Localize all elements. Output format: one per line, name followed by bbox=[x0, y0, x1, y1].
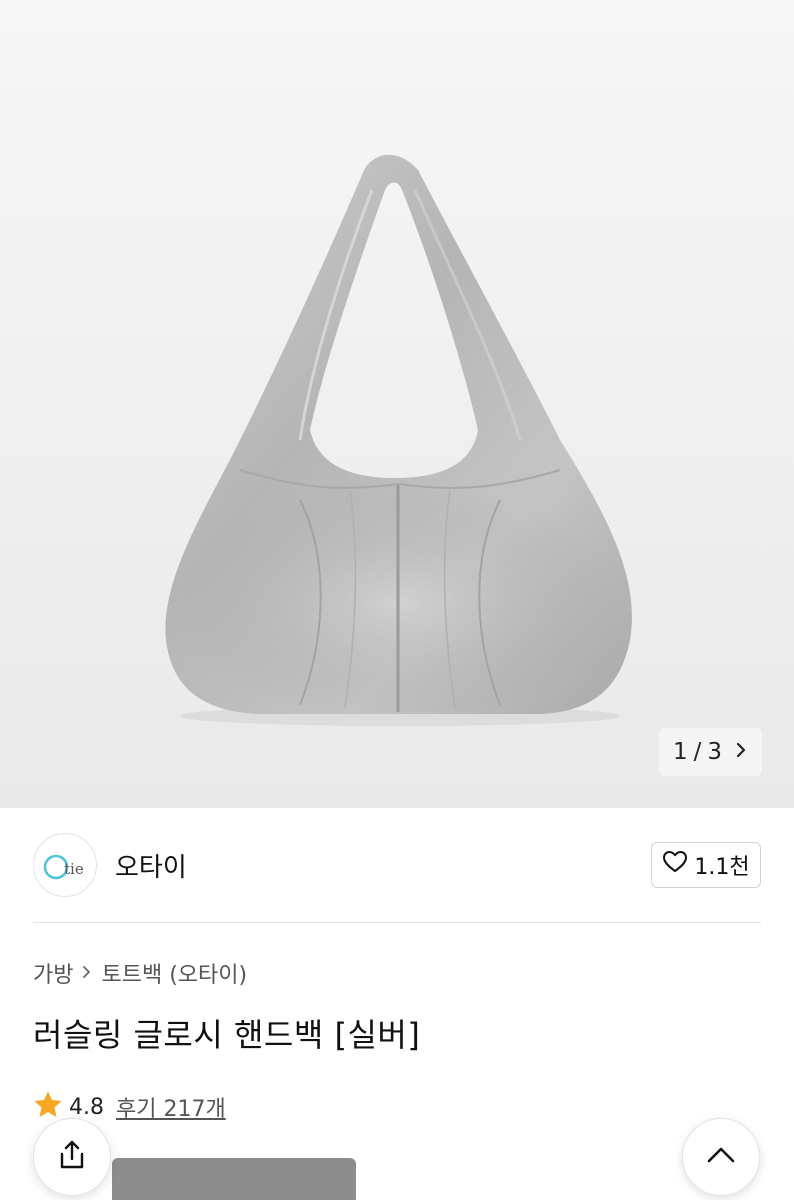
breadcrumb-category[interactable]: 가방 bbox=[33, 957, 73, 989]
svg-text:tie: tie bbox=[64, 860, 84, 878]
pager-total: 3 bbox=[707, 739, 723, 765]
reviews-link[interactable]: 후기 217개 bbox=[116, 1091, 226, 1123]
star-icon bbox=[33, 1090, 63, 1124]
product-photo-silver-handbag bbox=[165, 154, 632, 726]
seller-name[interactable]: 오타이 bbox=[115, 847, 187, 884]
seller-logo: tie bbox=[43, 854, 84, 880]
product-title: 러슬링 글로시 핸드백 [실버] bbox=[33, 1016, 421, 1054]
seller-row[interactable]: tie 오타이 1.1천 bbox=[33, 833, 761, 897]
bottom-thumbnail-peek bbox=[112, 1158, 356, 1200]
pager-current: 1 bbox=[672, 739, 688, 765]
rating-score: 4.8 bbox=[69, 1094, 104, 1120]
scroll-top-button[interactable] bbox=[682, 1118, 760, 1196]
pager-separator: / bbox=[693, 739, 702, 765]
chevron-up-icon bbox=[705, 1145, 737, 1169]
product-image-gallery[interactable]: 1 / 3 bbox=[0, 0, 794, 808]
image-pager[interactable]: 1 / 3 bbox=[659, 728, 762, 776]
share-icon bbox=[55, 1138, 89, 1176]
chevron-right-icon[interactable] bbox=[734, 741, 748, 764]
seller-avatar[interactable]: tie bbox=[33, 833, 97, 897]
follow-count: 1.1천 bbox=[694, 855, 750, 880]
breadcrumb: 가방 토트백 (오타이) bbox=[33, 957, 247, 989]
heart-outline-icon bbox=[662, 850, 688, 880]
breadcrumb-subcategory[interactable]: 토트백 (오타이) bbox=[101, 957, 247, 989]
chevron-right-icon bbox=[81, 961, 93, 985]
share-button[interactable] bbox=[33, 1118, 111, 1196]
follow-button[interactable]: 1.1천 bbox=[651, 842, 761, 888]
divider bbox=[33, 922, 761, 923]
